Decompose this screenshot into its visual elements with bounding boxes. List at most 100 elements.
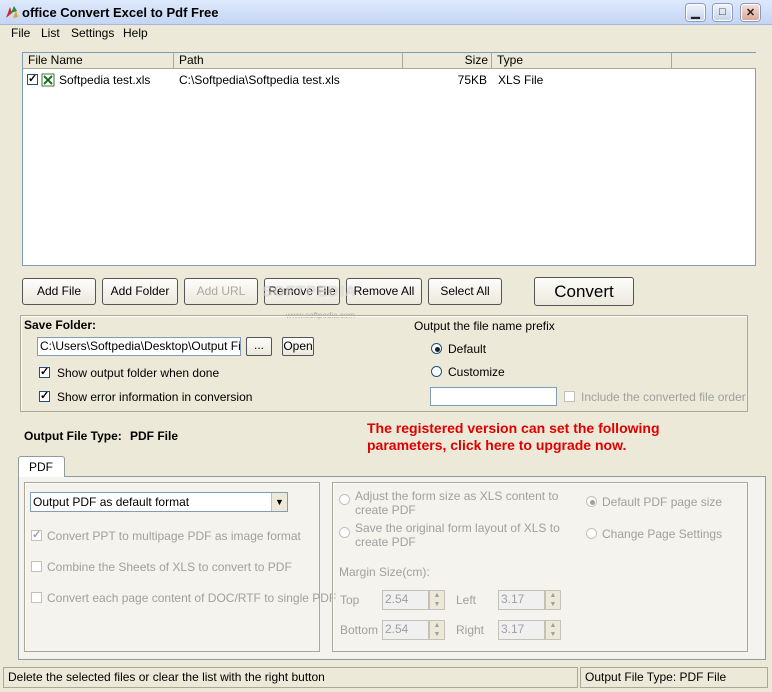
margin-left-input[interactable]: 3.17 bbox=[498, 590, 545, 610]
combine-sheets-label: Combine the Sheets of XLS to convert to … bbox=[47, 560, 292, 574]
ppt-multipage-label: Convert PPT to multipage PDF as image fo… bbox=[47, 529, 301, 543]
combine-sheets-checkbox[interactable] bbox=[31, 561, 42, 572]
check-icon: ✓ bbox=[40, 390, 50, 402]
maximize-icon: □ bbox=[719, 6, 726, 18]
softpedia-watermark: SOFTPEDIA bbox=[262, 283, 357, 300]
pdf-format-value: Output PDF as default format bbox=[33, 495, 190, 509]
radio-dot-icon bbox=[435, 347, 440, 352]
menu-list[interactable]: List bbox=[41, 26, 60, 40]
adjust-form-radio[interactable] bbox=[339, 494, 350, 505]
app-logo-icon bbox=[6, 6, 18, 18]
column-path[interactable]: Path bbox=[174, 53, 403, 69]
each-page-checkbox[interactable] bbox=[31, 592, 42, 603]
row-checkbox[interactable]: ✓ bbox=[27, 73, 38, 85]
margin-top-input[interactable]: 2.54 bbox=[382, 590, 429, 610]
arrow-up-icon[interactable]: ▲ bbox=[546, 591, 560, 600]
save-folder-label: Save Folder: bbox=[24, 318, 97, 332]
pdf-format-select[interactable]: Output PDF as default format ▼ bbox=[30, 492, 288, 512]
radio-dot-icon bbox=[590, 500, 595, 505]
arrow-up-icon[interactable]: ▲ bbox=[430, 621, 444, 630]
margin-left-spinner[interactable]: ▲ ▼ bbox=[545, 590, 561, 610]
close-button[interactable]: ✕ bbox=[741, 4, 760, 21]
open-folder-button[interactable]: Open bbox=[282, 337, 314, 356]
tab-pdf[interactable]: PDF bbox=[18, 456, 65, 477]
save-layout-radio[interactable] bbox=[339, 527, 350, 538]
arrow-up-icon[interactable]: ▲ bbox=[430, 591, 444, 600]
margin-bottom-input[interactable]: 2.54 bbox=[382, 620, 429, 640]
default-size-radio[interactable] bbox=[586, 496, 597, 507]
convert-button[interactable]: Convert bbox=[534, 277, 634, 306]
margin-right-spinner[interactable]: ▲ ▼ bbox=[545, 620, 561, 640]
margin-top-label: Top bbox=[340, 593, 360, 607]
menu-file[interactable]: File bbox=[11, 26, 30, 40]
status-message: Delete the selected files or clear the l… bbox=[3, 667, 578, 688]
include-order-label: Include the converted file order bbox=[581, 390, 746, 404]
output-type-value: PDF File bbox=[130, 429, 179, 443]
browse-button[interactable]: ... bbox=[246, 337, 272, 356]
prefix-default-label: Default bbox=[448, 342, 487, 356]
table-row[interactable]: ✓ Softpedia test.xls C:\Softpedia\Softpe… bbox=[23, 72, 755, 90]
file-list[interactable]: File Name Path Size Type ✓ Softpedia tes… bbox=[22, 52, 756, 266]
show-output-checkbox[interactable]: ✓ bbox=[39, 366, 50, 378]
window-title: office Convert Excel to Pdf Free bbox=[22, 5, 219, 20]
change-settings-radio[interactable] bbox=[586, 528, 597, 539]
row-path: C:\Softpedia\Softpedia test.xls bbox=[179, 73, 340, 87]
minimize-icon: ▁ bbox=[691, 7, 700, 19]
menu-bar: File List Settings Help bbox=[0, 25, 772, 44]
menu-help[interactable]: Help bbox=[123, 26, 148, 40]
prefix-customize-label: Customize bbox=[448, 365, 505, 379]
adjust-form-label-line2: create PDF bbox=[355, 503, 416, 517]
margin-bottom-label: Bottom bbox=[340, 623, 379, 637]
row-type: XLS File bbox=[498, 73, 544, 87]
check-icon: ✓ bbox=[40, 366, 50, 378]
upgrade-notice-line2[interactable]: parameters, click here to upgrade now. bbox=[367, 437, 626, 454]
save-folder-input[interactable]: C:\Users\Softpedia\Desktop\Output Files bbox=[37, 337, 241, 356]
prefix-input[interactable] bbox=[430, 387, 557, 406]
maximize-button[interactable]: □ bbox=[713, 4, 732, 21]
margin-right-input[interactable]: 3.17 bbox=[498, 620, 545, 640]
margin-size-label: Margin Size(cm): bbox=[339, 565, 430, 579]
minimize-button[interactable]: ▁ bbox=[686, 4, 705, 21]
remove-all-button[interactable]: Remove All bbox=[346, 278, 422, 305]
excel-file-icon bbox=[41, 73, 55, 87]
each-page-label: Convert each page content of DOC/RTF to … bbox=[47, 591, 337, 605]
add-folder-button[interactable]: Add Folder bbox=[102, 278, 178, 305]
close-icon: ✕ bbox=[745, 7, 756, 19]
arrow-up-icon[interactable]: ▲ bbox=[546, 621, 560, 630]
show-error-checkbox[interactable]: ✓ bbox=[39, 390, 50, 402]
output-type-label: Output File Type: bbox=[24, 429, 122, 443]
arrow-down-icon[interactable]: ▼ bbox=[546, 630, 560, 639]
default-size-label: Default PDF page size bbox=[602, 495, 723, 509]
prefix-default-radio[interactable] bbox=[431, 343, 442, 354]
check-icon: ✓ bbox=[28, 73, 38, 85]
save-layout-label-line1: Save the original form layout of XLS to bbox=[355, 521, 560, 535]
margin-top-spinner[interactable]: ▲ ▼ bbox=[429, 590, 445, 610]
select-all-button[interactable]: Select All bbox=[428, 278, 502, 305]
column-size[interactable]: Size bbox=[403, 53, 492, 69]
column-type[interactable]: Type bbox=[492, 53, 672, 69]
arrow-down-icon[interactable]: ▼ bbox=[430, 630, 444, 639]
margin-right-label: Right bbox=[456, 623, 485, 637]
adjust-form-label-line1: Adjust the form size as XLS content to bbox=[355, 489, 559, 503]
status-output-type: Output File Type: PDF File bbox=[580, 667, 768, 688]
margin-bottom-spinner[interactable]: ▲ ▼ bbox=[429, 620, 445, 640]
margin-left-label: Left bbox=[456, 593, 477, 607]
add-file-button[interactable]: Add File bbox=[22, 278, 96, 305]
menu-settings[interactable]: Settings bbox=[71, 26, 114, 40]
ppt-multipage-checkbox[interactable]: ✓ bbox=[31, 529, 42, 541]
row-file-name: Softpedia test.xls bbox=[59, 73, 151, 87]
title-bar[interactable]: office Convert Excel to Pdf Free ▁ □ ✕ bbox=[0, 0, 772, 25]
arrow-down-icon[interactable]: ▼ bbox=[430, 600, 444, 609]
show-output-label: Show output folder when done bbox=[57, 366, 220, 380]
upgrade-notice-line1[interactable]: The registered version can set the follo… bbox=[367, 420, 660, 437]
arrow-down-icon[interactable]: ▼ bbox=[546, 600, 560, 609]
add-url-button[interactable]: Add URL bbox=[184, 278, 258, 305]
check-icon: ✓ bbox=[32, 529, 42, 541]
show-error-label: Show error information in conversion bbox=[57, 390, 253, 404]
change-settings-label: Change Page Settings bbox=[602, 527, 723, 541]
prefix-customize-radio[interactable] bbox=[431, 366, 442, 377]
include-order-checkbox[interactable] bbox=[564, 391, 575, 402]
prefix-label: Output the file name prefix bbox=[414, 319, 555, 333]
chevron-down-icon[interactable]: ▼ bbox=[271, 493, 287, 511]
column-file-name[interactable]: File Name bbox=[23, 53, 174, 69]
